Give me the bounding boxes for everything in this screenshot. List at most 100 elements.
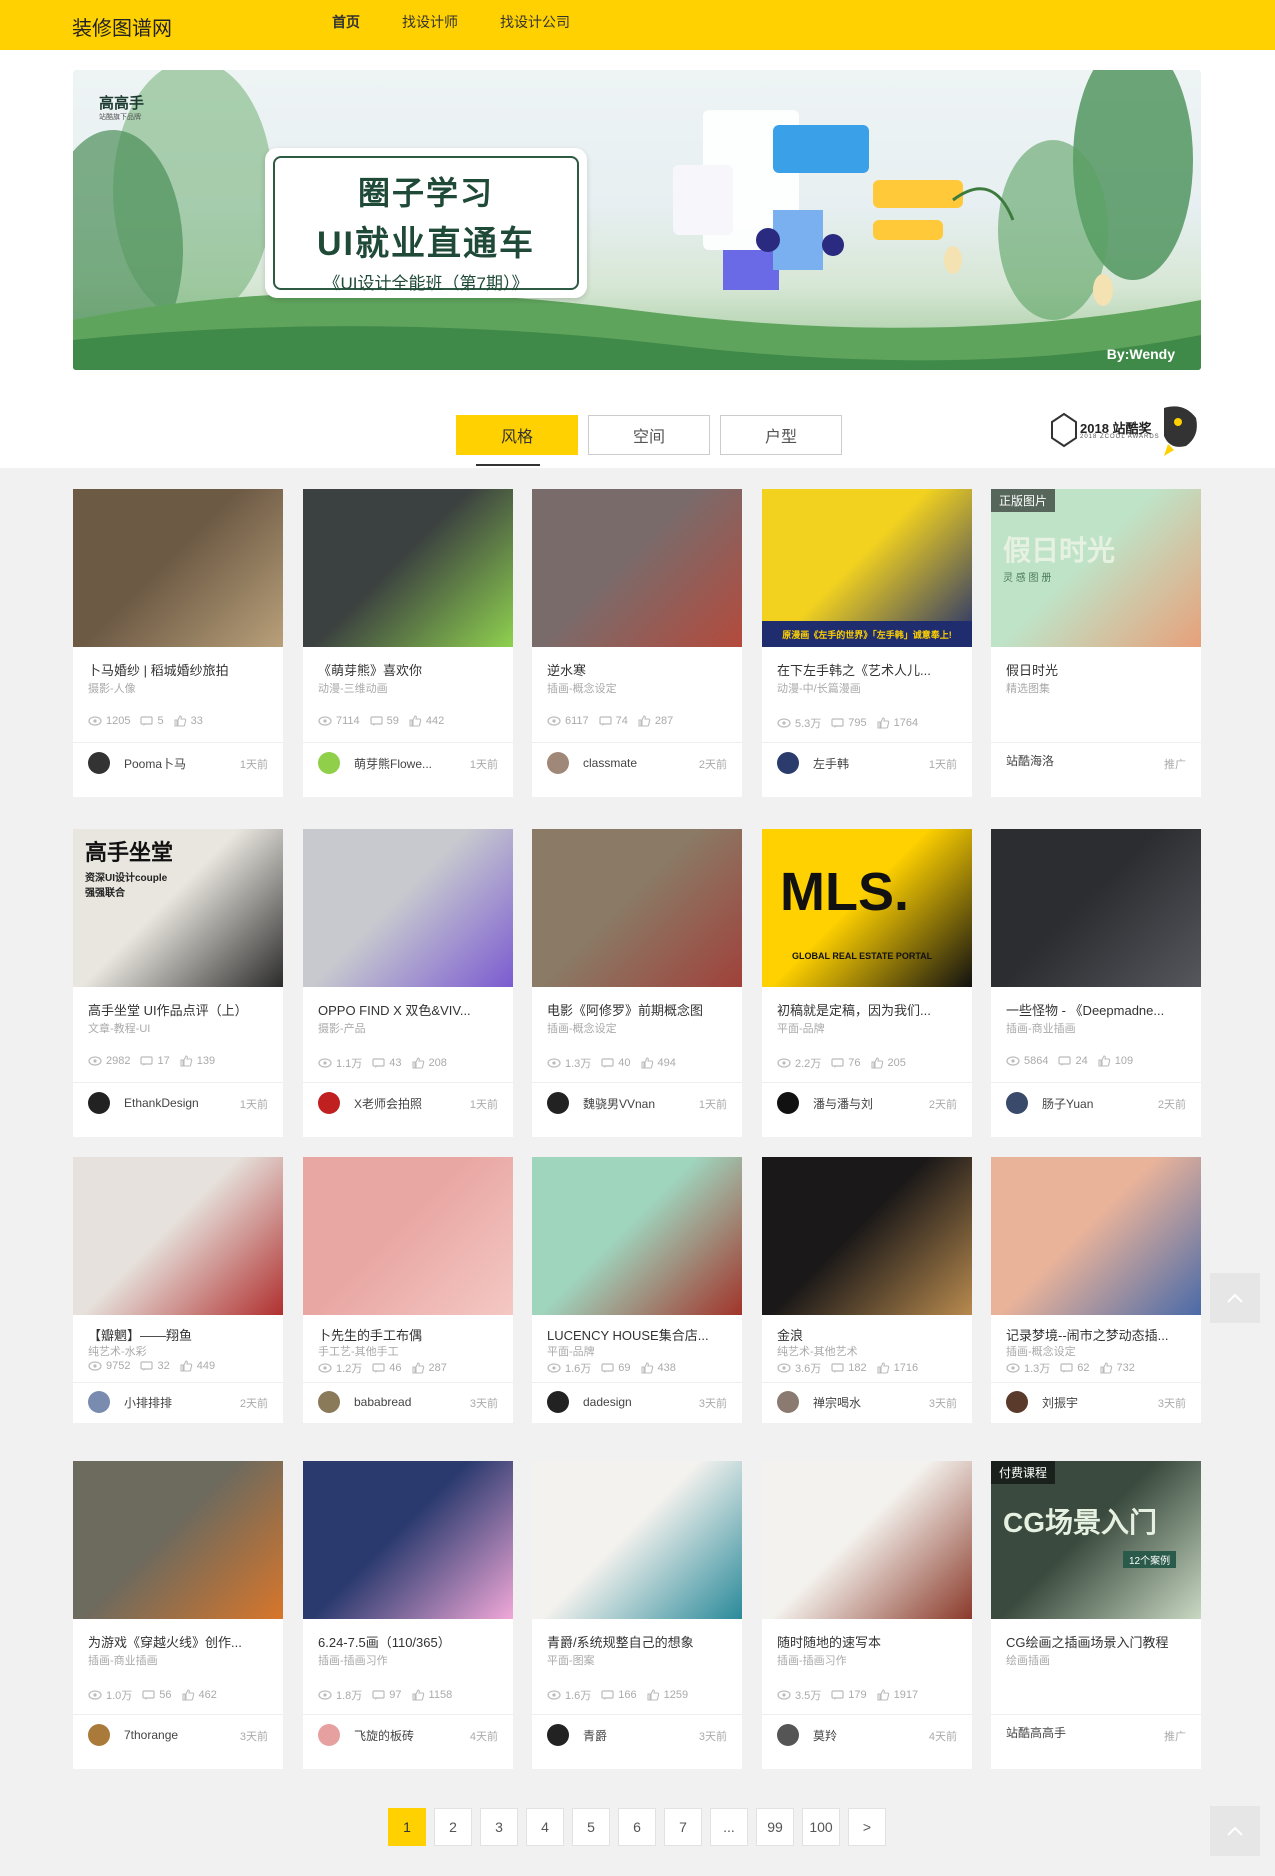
author-info[interactable]: 站酷高高手 xyxy=(1006,1724,1066,1741)
author-name[interactable]: dadesign xyxy=(583,1395,632,1409)
work-title[interactable]: 初稿就是定稿，因为我们... xyxy=(777,1000,959,1019)
work-title[interactable]: 假日时光 xyxy=(1006,660,1188,679)
work-card[interactable]: 【瓣魍】——翔鱼 纯艺术-水彩 9752 32 449 小排排排 2天前 xyxy=(73,1157,283,1423)
author-name[interactable]: 站酷高高手 xyxy=(1006,1724,1066,1741)
avatar[interactable] xyxy=(547,1092,569,1114)
author-info[interactable]: Pooma卜马 xyxy=(88,752,186,774)
author-info[interactable]: 青爵 xyxy=(547,1724,607,1746)
work-title[interactable]: 为游戏《穿越火线》创作... xyxy=(88,1632,270,1651)
work-title[interactable]: LUCENCY HOUSE集合店... xyxy=(547,1325,729,1344)
avatar[interactable] xyxy=(88,1724,110,1746)
work-title[interactable]: 6.24-7.5画（110/365） xyxy=(318,1632,500,1651)
page-button[interactable]: 2 xyxy=(434,1808,472,1846)
work-card[interactable]: LUCENCY HOUSE集合店... 平面-品牌 1.6万 69 438 dadesig… xyxy=(532,1157,742,1423)
author-info[interactable]: 7thorange xyxy=(88,1724,178,1746)
author-info[interactable]: 左手韩 xyxy=(777,752,849,774)
work-thumbnail[interactable] xyxy=(762,1157,972,1315)
page-button[interactable]: 99 xyxy=(756,1808,794,1846)
avatar[interactable] xyxy=(1006,1391,1028,1413)
work-thumbnail[interactable] xyxy=(73,1461,283,1619)
page-button[interactable]: 1 xyxy=(388,1808,426,1846)
work-card[interactable]: 高手坐堂 资深UI设计couple 强强联合 高手坐堂 UI作品点评（上） 文章-教程… xyxy=(73,829,283,1137)
author-name[interactable]: EthankDesign xyxy=(124,1096,199,1110)
work-title[interactable]: 卜先生的手工布偶 xyxy=(318,1325,500,1344)
avatar[interactable] xyxy=(547,1724,569,1746)
work-card[interactable]: 为游戏《穿越火线》创作... 插画-商业插画 1.0万 56 462 7thorange 3… xyxy=(73,1461,283,1769)
work-card[interactable]: 青爵/系统规整自己的想象 平面-图案 1.6万 166 1259 青爵 3天前 xyxy=(532,1461,742,1769)
author-info[interactable]: 萌芽熊Flowe... xyxy=(318,752,432,774)
work-thumbnail[interactable]: 高手坐堂 资深UI设计couple 强强联合 xyxy=(73,829,283,987)
work-thumbnail[interactable] xyxy=(303,1157,513,1315)
avatar[interactable] xyxy=(547,1391,569,1413)
award-badge[interactable]: 2018 站酷奖 2018 ZCOOL AWARDS xyxy=(1048,400,1202,460)
author-name[interactable]: 萌芽熊Flowe... xyxy=(354,755,432,772)
avatar[interactable] xyxy=(318,1391,340,1413)
work-thumbnail[interactable] xyxy=(303,829,513,987)
work-thumbnail[interactable] xyxy=(73,489,283,647)
work-thumbnail[interactable] xyxy=(532,1461,742,1619)
author-info[interactable]: bababread xyxy=(318,1391,411,1413)
tab-space[interactable]: 空间 xyxy=(588,415,710,455)
author-name[interactable]: classmate xyxy=(583,756,637,770)
nav-find-designer[interactable]: 找设计师 xyxy=(402,12,458,32)
work-title[interactable]: 一些怪物 - 《Deepmadne... xyxy=(1006,1000,1188,1019)
author-info[interactable]: dadesign xyxy=(547,1391,632,1413)
work-title[interactable]: 记录梦境--闹市之梦动态插... xyxy=(1006,1325,1188,1344)
work-thumbnail[interactable] xyxy=(303,489,513,647)
author-name[interactable]: 左手韩 xyxy=(813,755,849,772)
work-thumbnail[interactable] xyxy=(991,829,1201,987)
author-name[interactable]: 潘与潘与刘 xyxy=(813,1095,873,1112)
work-title[interactable]: 金浪 xyxy=(777,1325,959,1344)
author-name[interactable]: 小排排排 xyxy=(124,1394,172,1411)
author-name[interactable]: 禅宗喝水 xyxy=(813,1394,861,1411)
avatar[interactable] xyxy=(547,752,569,774)
work-thumbnail[interactable] xyxy=(991,1157,1201,1315)
work-title[interactable]: CG绘画之插画场景入门教程 xyxy=(1006,1632,1188,1651)
avatar[interactable] xyxy=(88,1391,110,1413)
work-card[interactable]: 记录梦境--闹市之梦动态插... 插画-概念设定 1.3万 62 732 刘振宇 3天前 xyxy=(991,1157,1201,1423)
float-up-button[interactable] xyxy=(1210,1273,1260,1323)
author-name[interactable]: 7thorange xyxy=(124,1728,178,1742)
avatar[interactable] xyxy=(318,752,340,774)
work-thumbnail[interactable]: 原漫画《左手的世界》「左手韩」诚意奉上! xyxy=(762,489,972,647)
avatar[interactable] xyxy=(777,1391,799,1413)
author-name[interactable]: 站酷海洛 xyxy=(1006,752,1054,769)
author-info[interactable]: X老师会拍照 xyxy=(318,1092,422,1114)
work-title[interactable]: 在下左手韩之《艺术人儿... xyxy=(777,660,959,679)
work-thumbnail[interactable] xyxy=(762,1461,972,1619)
work-thumbnail[interactable]: 假日时光灵 感 图 册 正版图片 xyxy=(991,489,1201,647)
author-info[interactable]: 小排排排 xyxy=(88,1391,172,1413)
work-card[interactable]: 电影《阿修罗》前期概念图 插画-概念设定 1.3万 40 494 魏骁男VVnan 1天前 xyxy=(532,829,742,1137)
work-card[interactable]: 逆水寒 插画-概念设定 6117 74 287 classmate 2天前 xyxy=(532,489,742,797)
tab-style[interactable]: 风格 xyxy=(456,415,578,455)
author-name[interactable]: 莫羚 xyxy=(813,1727,837,1744)
avatar[interactable] xyxy=(88,752,110,774)
author-info[interactable]: 魏骁男VVnan xyxy=(547,1092,655,1114)
author-info[interactable]: classmate xyxy=(547,752,637,774)
avatar[interactable] xyxy=(318,1724,340,1746)
avatar[interactable] xyxy=(777,1724,799,1746)
work-title[interactable]: 青爵/系统规整自己的想象 xyxy=(547,1632,729,1651)
author-name[interactable]: Pooma卜马 xyxy=(124,755,186,772)
author-name[interactable]: 魏骁男VVnan xyxy=(583,1095,655,1112)
work-title[interactable]: OPPO FIND X 双色&VIV... xyxy=(318,1000,500,1019)
work-card[interactable]: 卜马婚纱 | 稻城婚纱旅拍 摄影-人像 1205 5 33 Pooma卜马 1天前 xyxy=(73,489,283,797)
avatar[interactable] xyxy=(777,752,799,774)
author-info[interactable]: 潘与潘与刘 xyxy=(777,1092,873,1114)
work-title[interactable]: 卜马婚纱 | 稻城婚纱旅拍 xyxy=(88,660,270,679)
work-thumbnail[interactable]: CG场景入门 12个案例 付费课程 xyxy=(991,1461,1201,1619)
author-name[interactable]: 肠子Yuan xyxy=(1042,1095,1093,1112)
author-name[interactable]: bababread xyxy=(354,1395,411,1409)
avatar[interactable] xyxy=(318,1092,340,1114)
avatar[interactable] xyxy=(777,1092,799,1114)
nav-home[interactable]: 首页 xyxy=(332,12,360,32)
work-thumbnail[interactable] xyxy=(532,489,742,647)
page-button[interactable]: 100 xyxy=(802,1808,840,1846)
work-thumbnail[interactable] xyxy=(303,1461,513,1619)
work-card[interactable]: 金浪 纯艺术-其他艺术 3.6万 182 1716 禅宗喝水 3天前 xyxy=(762,1157,972,1423)
work-card[interactable]: 《萌芽熊》喜欢你 动漫-三维动画 7114 59 442 萌芽熊Flowe... 1天前 xyxy=(303,489,513,797)
page-button[interactable]: 3 xyxy=(480,1808,518,1846)
author-name[interactable]: 飞旋的板砖 xyxy=(354,1727,414,1744)
work-card[interactable]: MLS. GLOBAL REAL ESTATE PORTAL 初稿就是定稿，因为我们… xyxy=(762,829,972,1137)
work-title[interactable]: 逆水寒 xyxy=(547,660,729,679)
